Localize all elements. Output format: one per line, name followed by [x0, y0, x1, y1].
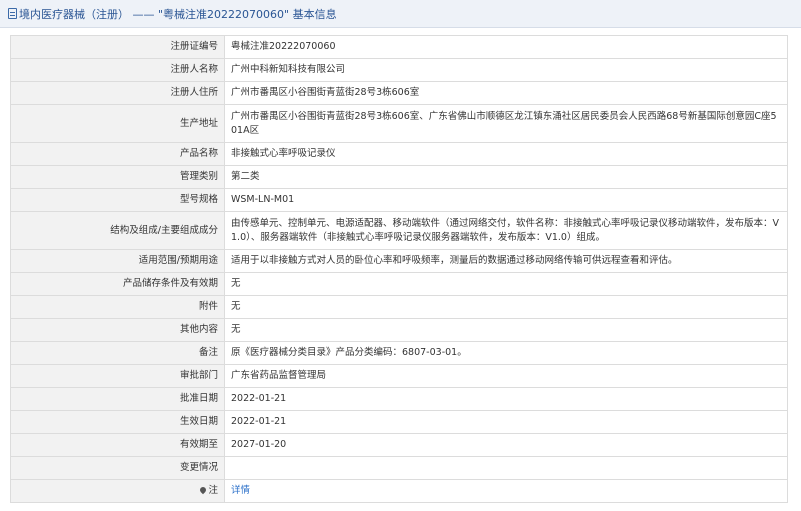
row-label: 产品储存条件及有效期 — [10, 272, 225, 296]
page-title: 境内医疗器械（注册） —— "粤械注准20222070060" 基本信息 — [19, 7, 337, 21]
row-label: 备注 — [10, 341, 225, 365]
row-value: 粤械注准20222070060 — [224, 35, 788, 59]
row-value: WSM-LN-M01 — [224, 188, 788, 212]
table-row: 产品储存条件及有效期 无 — [10, 272, 788, 296]
row-label: 附件 — [10, 295, 225, 319]
table-row: 管理类别 第二类 — [10, 165, 788, 189]
row-label: 注册人住所 — [10, 81, 225, 105]
table-row: 附件 无 — [10, 295, 788, 319]
table-row: 其他内容 无 — [10, 318, 788, 342]
row-value: 无 — [224, 272, 788, 296]
row-value: 2027-01-20 — [224, 433, 788, 457]
table-row: 注册证编号 粤械注准20222070060 — [10, 35, 788, 59]
pin-icon — [199, 485, 208, 495]
table-row: 注 详情 — [10, 479, 788, 503]
row-value: 广东省药品监督管理局 — [224, 364, 788, 388]
row-label: 型号规格 — [10, 188, 225, 212]
details-link[interactable]: 详情 — [231, 485, 250, 496]
table-row: 型号规格 WSM-LN-M01 — [10, 188, 788, 212]
title-bar: 境内医疗器械（注册） —— "粤械注准20222070060" 基本信息 — [0, 0, 801, 28]
detail-table: 注册证编号 粤械注准20222070060 注册人名称 广州中科新知科技有限公司… — [10, 35, 788, 503]
row-label: 生效日期 — [10, 410, 225, 434]
row-value: 原《医疗器械分类目录》产品分类编码：6807-03-01。 — [224, 341, 788, 365]
table-row: 结构及组成/主要组成成分 由传感单元、控制单元、电源适配器、移动端软件（通过网络… — [10, 211, 788, 250]
table-row: 生效日期 2022-01-21 — [10, 410, 788, 434]
row-label: 生产地址 — [10, 104, 225, 143]
row-label: 适用范围/预期用途 — [10, 249, 225, 273]
note-label-cell: 注 — [10, 479, 225, 503]
row-label: 有效期至 — [10, 433, 225, 457]
row-value: 无 — [224, 318, 788, 342]
row-label: 其他内容 — [10, 318, 225, 342]
table-row: 批准日期 2022-01-21 — [10, 387, 788, 411]
row-label: 结构及组成/主要组成成分 — [10, 211, 225, 250]
table-row: 变更情况 — [10, 456, 788, 480]
row-label: 批准日期 — [10, 387, 225, 411]
table-row: 注册人住所 广州市番禺区小谷围街青蓝街28号3栋606室 — [10, 81, 788, 105]
note-label: 注 — [208, 485, 218, 496]
row-value: 非接触式心率呼吸记录仪 — [224, 142, 788, 166]
document-icon — [8, 8, 17, 19]
row-value: 由传感单元、控制单元、电源适配器、移动端软件（通过网络交付，软件名称：非接触式心… — [224, 211, 788, 250]
row-label: 注册人名称 — [10, 58, 225, 82]
row-label: 变更情况 — [10, 456, 225, 480]
table-row: 有效期至 2027-01-20 — [10, 433, 788, 457]
row-label: 注册证编号 — [10, 35, 225, 59]
row-label: 审批部门 — [10, 364, 225, 388]
table-row: 审批部门 广东省药品监督管理局 — [10, 364, 788, 388]
row-value: 广州市番禺区小谷围街青蓝街28号3栋606室 — [224, 81, 788, 105]
table-row: 备注 原《医疗器械分类目录》产品分类编码：6807-03-01。 — [10, 341, 788, 365]
table-row: 产品名称 非接触式心率呼吸记录仪 — [10, 142, 788, 166]
row-value: 详情 — [224, 479, 788, 503]
row-value: 适用于以非接触方式对人员的卧位心率和呼吸频率，测量后的数据通过移动网络传输可供远… — [224, 249, 788, 273]
table-row: 注册人名称 广州中科新知科技有限公司 — [10, 58, 788, 82]
row-value — [224, 456, 788, 480]
row-value: 无 — [224, 295, 788, 319]
row-value: 第二类 — [224, 165, 788, 189]
row-label: 管理类别 — [10, 165, 225, 189]
row-label: 产品名称 — [10, 142, 225, 166]
row-value: 广州市番禺区小谷围街青蓝街28号3栋606室、广东省佛山市顺德区龙江镇东涌社区居… — [224, 104, 788, 143]
row-value: 2022-01-21 — [224, 410, 788, 434]
row-value: 2022-01-21 — [224, 387, 788, 411]
table-row: 适用范围/预期用途 适用于以非接触方式对人员的卧位心率和呼吸频率，测量后的数据通… — [10, 249, 788, 273]
table-row: 生产地址 广州市番禺区小谷围街青蓝街28号3栋606室、广东省佛山市顺德区龙江镇… — [10, 104, 788, 143]
row-value: 广州中科新知科技有限公司 — [224, 58, 788, 82]
